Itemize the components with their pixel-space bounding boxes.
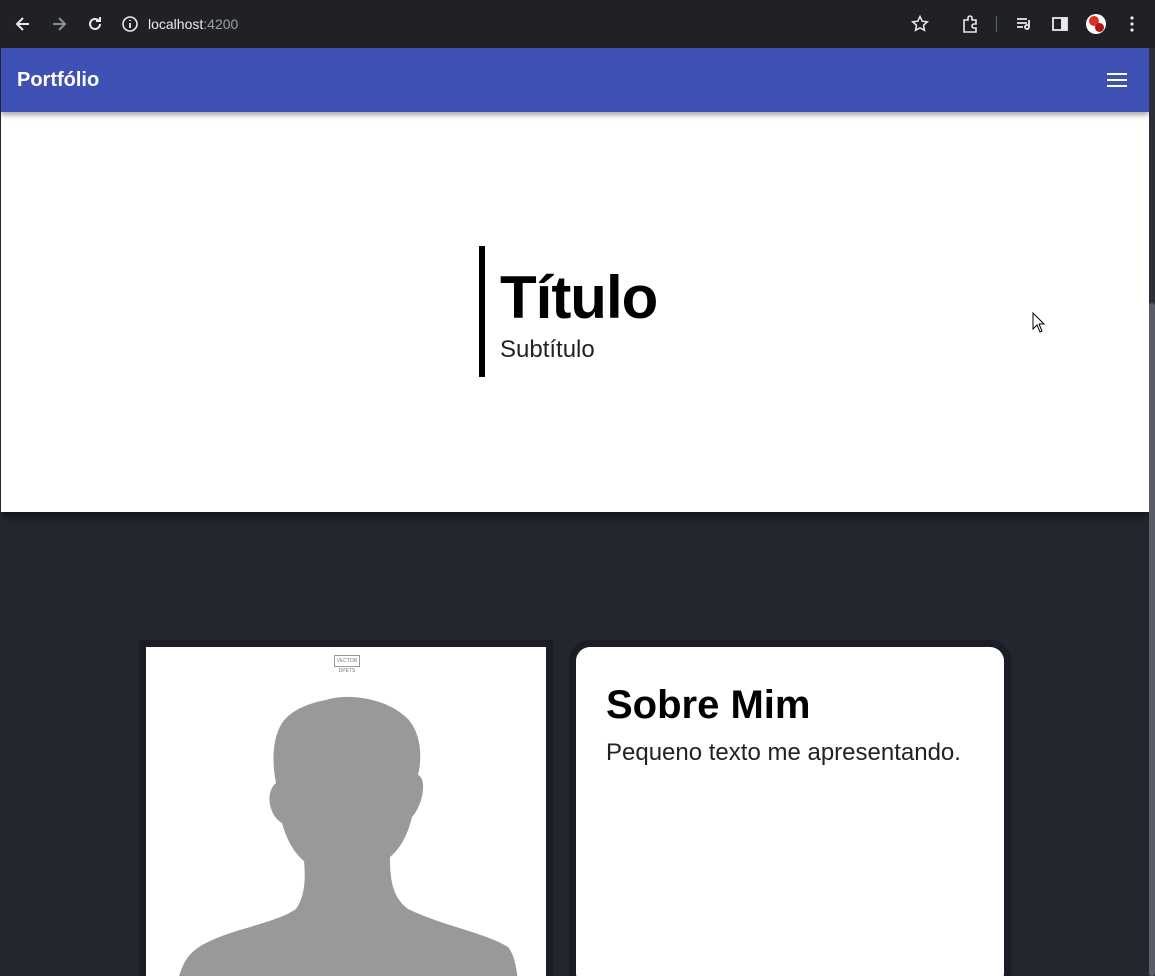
back-arrow-icon[interactable] [11, 12, 35, 36]
hero-subtitle: Subtítulo [500, 336, 595, 363]
address-bar[interactable]: localhost:4200 [120, 8, 880, 40]
brand-title[interactable]: Portfólio [17, 69, 99, 92]
profile-photo-card: VECTOR DPETS [146, 647, 546, 976]
browser-chrome: localhost:4200 [0, 0, 1155, 48]
about-card: Sobre Mim Pequeno texto me apresentando. [576, 647, 1004, 976]
toolbar-divider [996, 16, 997, 32]
scrollbar-thumb[interactable] [1149, 303, 1155, 976]
forward-arrow-icon[interactable] [47, 12, 71, 36]
about-title: Sobre Mim [606, 683, 811, 727]
hamburger-menu-icon[interactable] [1105, 68, 1129, 92]
profile-avatar-icon[interactable] [1086, 14, 1106, 34]
person-silhouette-icon [179, 696, 518, 976]
mouse-cursor-icon [1032, 312, 1046, 333]
extensions-icon[interactable] [958, 12, 982, 36]
site-info-icon[interactable] [120, 14, 140, 34]
hero-title: Título [500, 264, 658, 331]
url-port: :4200 [203, 16, 239, 32]
url-host: localhost [148, 16, 204, 32]
side-panel-icon[interactable] [1048, 12, 1072, 36]
app-toolbar: Portfólio [1, 48, 1149, 112]
about-text: Pequeno texto me apresentando. [606, 739, 961, 766]
more-menu-icon[interactable] [1120, 12, 1144, 36]
bookmark-star-icon[interactable] [908, 12, 932, 36]
hero-heading-block: Título Subtítulo [479, 246, 658, 377]
page-viewport: Portfólio Título Subtítulo VECTOR DPETS … [1, 48, 1149, 976]
hero-section: Título Subtítulo [1, 112, 1149, 512]
page-scrollbar[interactable] [1149, 48, 1155, 976]
media-control-icon[interactable] [1012, 12, 1036, 36]
reload-icon[interactable] [83, 12, 107, 36]
